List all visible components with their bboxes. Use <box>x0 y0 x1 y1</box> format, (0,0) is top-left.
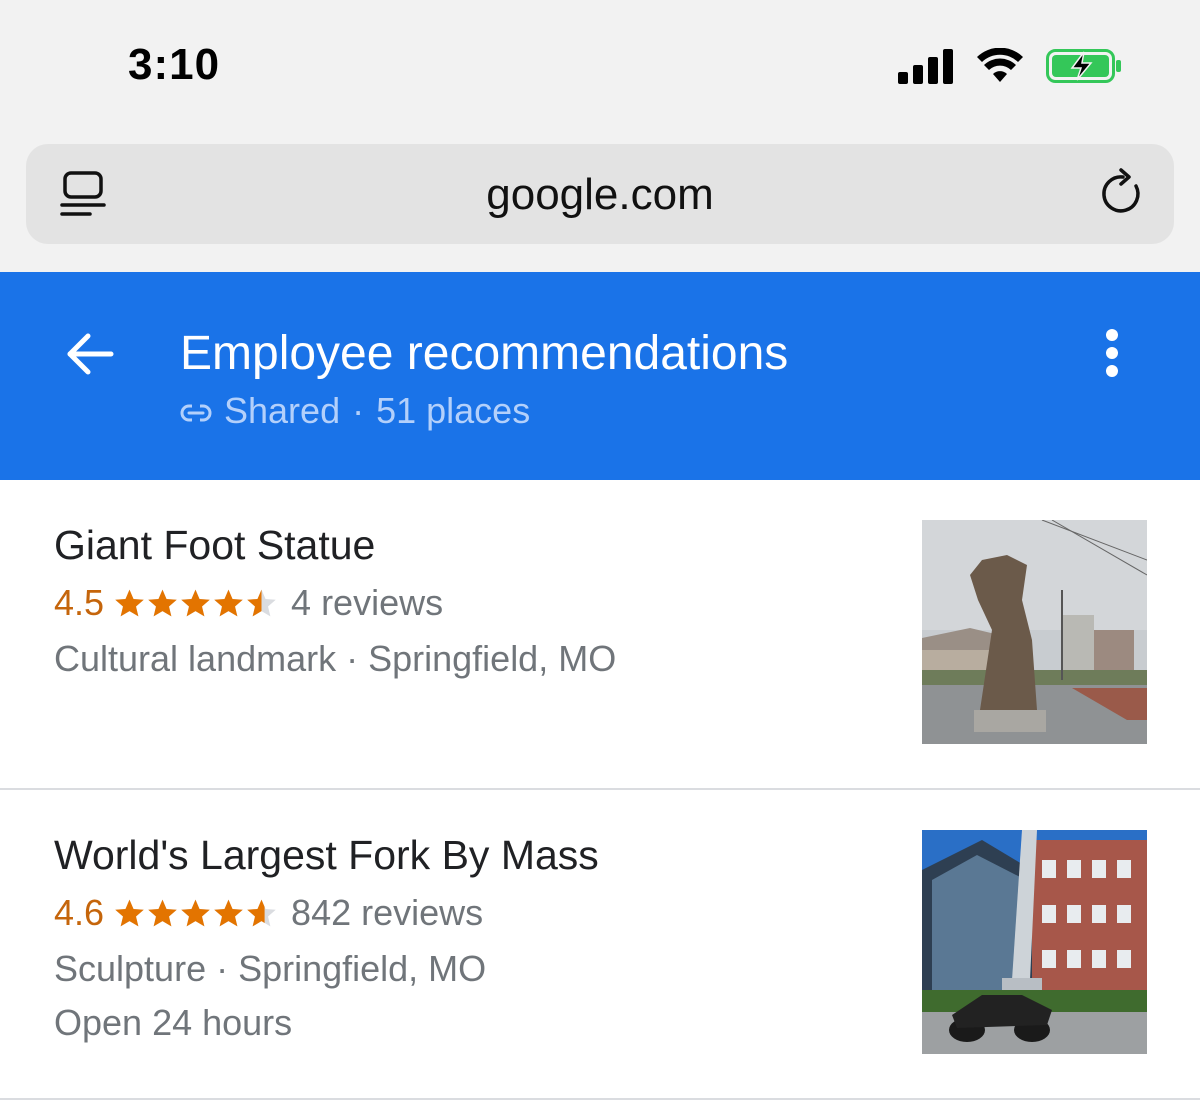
address-bar[interactable]: google.com <box>26 144 1174 244</box>
reload-icon[interactable] <box>1100 168 1146 221</box>
cellular-signal-icon <box>898 48 954 89</box>
list-header: Employee recommendations Shared · 51 pla… <box>0 272 1200 480</box>
review-count[interactable]: 842 reviews <box>291 892 483 934</box>
link-icon <box>180 390 212 432</box>
star-icon <box>115 899 144 927</box>
place-category-location: Cultural landmark · Springfield, MO <box>54 638 617 679</box>
star-icon <box>247 899 276 927</box>
star-rating <box>114 588 277 618</box>
more-options-icon[interactable] <box>1102 328 1122 383</box>
rating-value: 4.6 <box>54 892 105 933</box>
status-icons <box>898 47 1122 89</box>
rating-value: 4.5 <box>54 582 105 623</box>
battery-charging-icon <box>1046 48 1122 89</box>
star-icon <box>214 899 243 927</box>
place-item[interactable]: World's Largest Fork By Mass 4.6 842 rev… <box>0 790 1200 1100</box>
places-count: 51 places <box>376 390 531 431</box>
status-bar: 3:10 <box>0 0 1200 130</box>
shared-label: Shared <box>224 390 341 431</box>
rating-row: 4.5 4 reviews <box>54 582 443 624</box>
places-list: Giant Foot Statue 4.5 4 reviews Cultural… <box>0 480 1200 1100</box>
back-arrow-icon[interactable] <box>66 332 114 381</box>
review-count[interactable]: 4 reviews <box>291 582 443 624</box>
star-icon <box>214 589 243 617</box>
place-item[interactable]: Giant Foot Statue 4.5 4 reviews Cultural… <box>0 480 1200 790</box>
wifi-icon <box>976 47 1024 89</box>
place-photo[interactable] <box>922 520 1147 744</box>
star-icon <box>181 589 210 617</box>
star-rating <box>114 898 277 928</box>
status-time: 3:10 <box>128 40 221 89</box>
place-hours: Open 24 hours <box>54 1002 293 1043</box>
place-photo[interactable] <box>922 830 1147 1054</box>
star-icon <box>148 589 177 617</box>
star-icon <box>148 899 177 927</box>
rating-row: 4.6 842 reviews <box>54 892 483 934</box>
place-name[interactable]: Giant Foot Statue <box>54 522 375 569</box>
star-icon <box>181 899 210 927</box>
place-name[interactable]: World's Largest Fork By Mass <box>54 832 599 879</box>
page-title: Employee recommendations <box>180 327 789 380</box>
place-category-location: Sculpture · Springfield, MO <box>54 948 487 989</box>
subtitle-separator: · <box>352 390 365 431</box>
star-icon <box>247 589 276 617</box>
url-text[interactable]: google.com <box>26 170 1174 220</box>
star-icon <box>115 589 144 617</box>
list-subtitle: Shared · 51 places <box>180 390 530 432</box>
browser-toolbar: google.com <box>0 130 1200 272</box>
